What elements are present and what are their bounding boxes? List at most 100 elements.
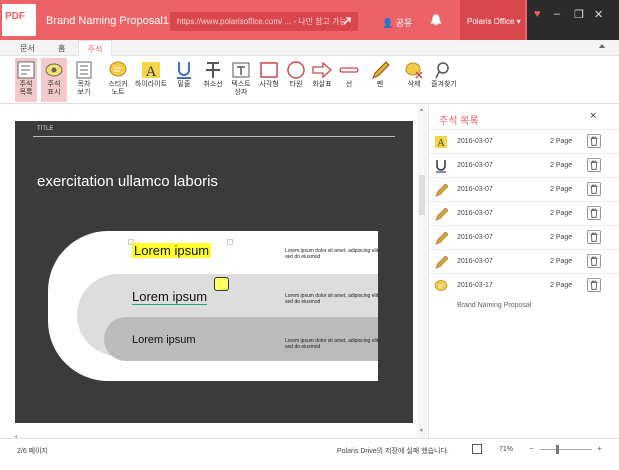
annotation-date: 2016-03-07	[457, 162, 493, 169]
arrow-icon	[312, 61, 332, 79]
annotation-show-button[interactable]: 주석 표시	[41, 58, 67, 102]
zoom-slider[interactable]	[540, 449, 592, 450]
trash-icon[interactable]	[587, 158, 601, 172]
annotation-date: 2016-03-07	[457, 210, 493, 217]
favorite-button[interactable]: 즐겨찾기	[431, 58, 457, 102]
scrollbar-thumb[interactable]	[419, 175, 425, 215]
selection-handle[interactable]	[227, 239, 233, 245]
slide-page: TITLE exercitation ullamco laboris Lorem…	[15, 121, 413, 423]
collapse-ribbon-icon[interactable]	[599, 44, 605, 48]
status-bar: 2/6 페이지 Polaris Drive의 저장에 실패 했습니다. 71% …	[0, 438, 619, 460]
ribbon-label: 삭제	[407, 81, 421, 88]
pen-button[interactable]: 펜	[370, 58, 390, 102]
ribbon-label: 주석 표시	[47, 81, 61, 96]
delete-annotation-button[interactable]: 삭제	[403, 58, 425, 102]
annotation-row[interactable]: 2016-03-07 2 Page	[429, 177, 619, 201]
underline-icon	[177, 62, 191, 79]
rectangle-icon	[260, 62, 278, 78]
annotation-row[interactable]: 2016-03-07 2 Page	[429, 249, 619, 273]
document-title: Brand Naming Proposal1.pdf	[46, 15, 188, 27]
minimize-icon[interactable]: –	[554, 8, 560, 20]
favorite-icon	[435, 62, 449, 79]
zoom-level: 71%	[499, 446, 514, 453]
ellipse-button[interactable]: 타원	[286, 58, 306, 102]
scroll-down-icon[interactable]: ▼	[419, 428, 424, 434]
document-workspace: TITLE exercitation ullamco laboris Lorem…	[0, 105, 428, 440]
ribbon-label: 사각형	[259, 81, 279, 88]
trash-icon[interactable]	[587, 230, 601, 244]
share-link-box[interactable]: https://www.polarisoffice.com/ ... - 나만 …	[170, 12, 358, 31]
trash-icon[interactable]	[587, 206, 601, 220]
bell-icon[interactable]	[430, 14, 442, 27]
restore-icon[interactable]: ❐	[574, 8, 584, 21]
sticky-note-button[interactable]: 스티커 노트	[103, 58, 133, 102]
title-bar: PDF Brand Naming Proposal1.pdf https://w…	[0, 0, 619, 40]
close-icon[interactable]: ✕	[594, 8, 603, 21]
page-indicator: 2/6 페이지	[17, 448, 48, 455]
line-button[interactable]: 선	[339, 58, 359, 102]
window-controls: ♥ – ❐ ✕	[527, 0, 619, 40]
annotation-row[interactable]: 2016-03-17 2 Page	[429, 273, 619, 297]
fit-page-icon[interactable]	[472, 444, 482, 454]
slide-title-label: TITLE	[37, 126, 54, 132]
item-heading-text: Lorem ipsum	[132, 334, 196, 346]
ribbon-label: 스티커 노트	[108, 81, 128, 96]
ellipse-icon	[287, 61, 305, 79]
heart-icon[interactable]: ♥	[534, 8, 541, 20]
zoom-out-button[interactable]: −	[529, 444, 534, 453]
annotation-row[interactable]: A 2016-03-07 2 Page	[429, 129, 619, 153]
ribbon-tab-bar: 문서 홈 주석	[0, 40, 619, 56]
account-label: Polaris Office ▾	[467, 17, 521, 26]
underline-icon	[436, 160, 446, 173]
strikethrough-button[interactable]: 취소선	[201, 58, 225, 102]
item-body-text: Lorem ipsum dolor sit amet, adipiscing e…	[285, 338, 380, 350]
annotation-show-icon	[45, 63, 63, 77]
ribbon-label: 펜	[376, 81, 384, 88]
zoom-in-button[interactable]: +	[597, 444, 602, 453]
pdf-app-badge: PDF	[2, 4, 36, 36]
vertical-scrollbar[interactable]	[417, 105, 427, 438]
annotation-row[interactable]: 2016-03-07 2 Page	[429, 201, 619, 225]
ribbon-label: 밑줄	[177, 81, 191, 88]
textbox-button[interactable]: 텍스트 상자	[227, 58, 255, 102]
sticky-note-marker[interactable]	[214, 277, 229, 291]
annotation-row[interactable]: 2016-03-07 2 Page	[429, 153, 619, 177]
trash-icon[interactable]	[587, 254, 601, 268]
tab-home[interactable]: 홈	[58, 43, 65, 54]
tab-annotation[interactable]: 주석	[78, 40, 112, 56]
strikethrough-icon	[206, 62, 220, 78]
svg-text:A: A	[146, 64, 157, 79]
sticky-note-icon	[109, 61, 127, 77]
pen-icon	[435, 183, 448, 197]
highlighted-text[interactable]: Lorem ipsum	[132, 243, 212, 258]
panel-close-button[interactable]: ×	[590, 110, 596, 122]
share-link-text: https://www.polarisoffice.com/ ... - 나만 …	[177, 17, 347, 26]
annotation-page: 2 Page	[550, 186, 573, 193]
rectangle-button[interactable]: 사각형	[258, 58, 280, 102]
trash-icon[interactable]	[587, 182, 601, 196]
underlined-text[interactable]: Lorem ipsum	[132, 289, 208, 305]
annotation-list-button[interactable]: 주석 목록	[15, 58, 37, 102]
slide-title-rule	[33, 136, 395, 137]
textbox-icon	[232, 62, 250, 78]
annotation-page: 2 Page	[550, 234, 573, 241]
annotation-date: 2016-03-07	[457, 234, 493, 241]
ribbon-label: 취소선	[203, 81, 223, 88]
account-button[interactable]: Polaris Office ▾	[460, 0, 525, 40]
share-button[interactable]: 👤 공유	[382, 16, 412, 29]
link-icon[interactable]	[341, 15, 353, 27]
scroll-up-icon[interactable]: ▲	[419, 107, 424, 113]
toc-button[interactable]: 목차 보기	[71, 58, 97, 102]
arrow-button[interactable]: 화살표	[310, 58, 334, 102]
ribbon-label: 텍스트 상자	[231, 81, 251, 96]
tab-document[interactable]: 문서	[20, 43, 35, 54]
trash-icon[interactable]	[587, 278, 601, 292]
app-window: PDF Brand Naming Proposal1.pdf https://w…	[0, 0, 619, 470]
delete-annotation-icon	[405, 62, 423, 79]
highlight-button[interactable]: A 하이라이트	[133, 58, 169, 102]
trash-icon[interactable]	[587, 134, 601, 148]
underline-button[interactable]: 밑줄	[172, 58, 196, 102]
annotation-row[interactable]: 2016-03-07 2 Page	[429, 225, 619, 249]
zoom-slider-knob[interactable]	[556, 445, 559, 454]
annotation-page: 2 Page	[550, 282, 573, 289]
